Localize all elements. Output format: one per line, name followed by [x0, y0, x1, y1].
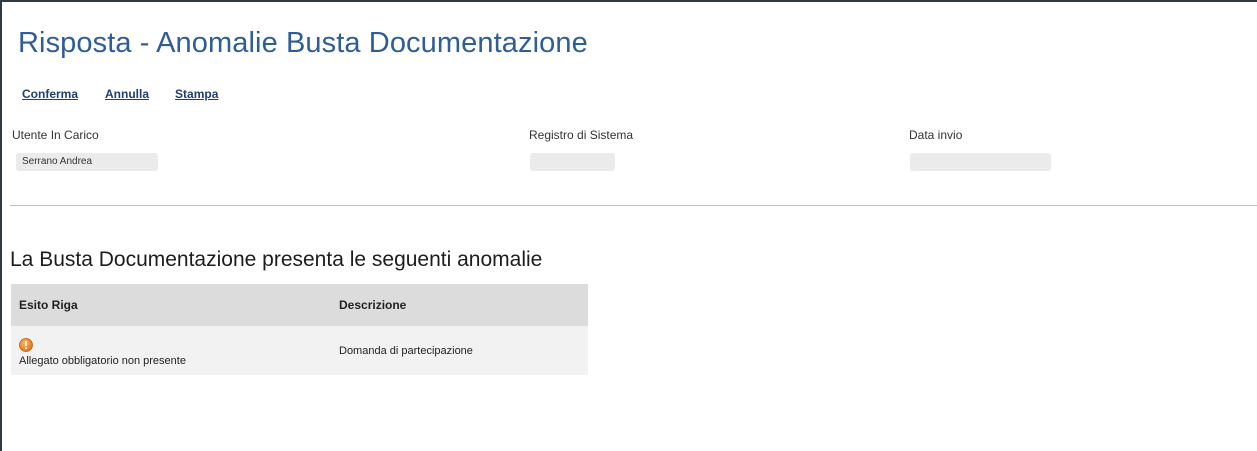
warning-icon — [19, 338, 33, 352]
assigned-user-field: Serrano Andrea — [16, 153, 158, 171]
print-button[interactable]: Stampa — [175, 87, 218, 101]
page-title: Risposta - Anomalie Busta Documentazione — [18, 27, 588, 59]
confirm-button[interactable]: Conferma — [22, 87, 78, 101]
send-date-label: Data invio — [909, 128, 963, 142]
column-header-esito-riga[interactable]: Esito Riga — [11, 284, 331, 326]
status-text: Allegato obbligatorio non presente — [19, 355, 186, 367]
table-row: Allegato obbligatorio non presente Doman… — [11, 326, 588, 375]
section-divider — [10, 205, 1257, 206]
description-cell: Domanda di partecipazione — [331, 326, 588, 375]
cancel-button[interactable]: Annulla — [105, 87, 149, 101]
document-window: Risposta - Anomalie Busta Documentazione… — [0, 0, 1257, 451]
send-date-field — [910, 153, 1051, 171]
column-header-descrizione[interactable]: Descrizione — [331, 284, 588, 326]
status-cell: Allegato obbligatorio non presente — [11, 326, 331, 375]
toolbar: Conferma Annulla Stampa — [22, 87, 218, 101]
assigned-user-label: Utente In Carico — [12, 128, 99, 142]
table-header-row: Esito Riga Descrizione — [11, 284, 588, 326]
anomalies-section-title: La Busta Documentazione presenta le segu… — [10, 248, 543, 271]
system-register-field — [530, 153, 615, 171]
system-register-label: Registro di Sistema — [529, 128, 634, 142]
anomalies-table: Esito Riga Descrizione Allegato obbligat… — [11, 284, 588, 375]
